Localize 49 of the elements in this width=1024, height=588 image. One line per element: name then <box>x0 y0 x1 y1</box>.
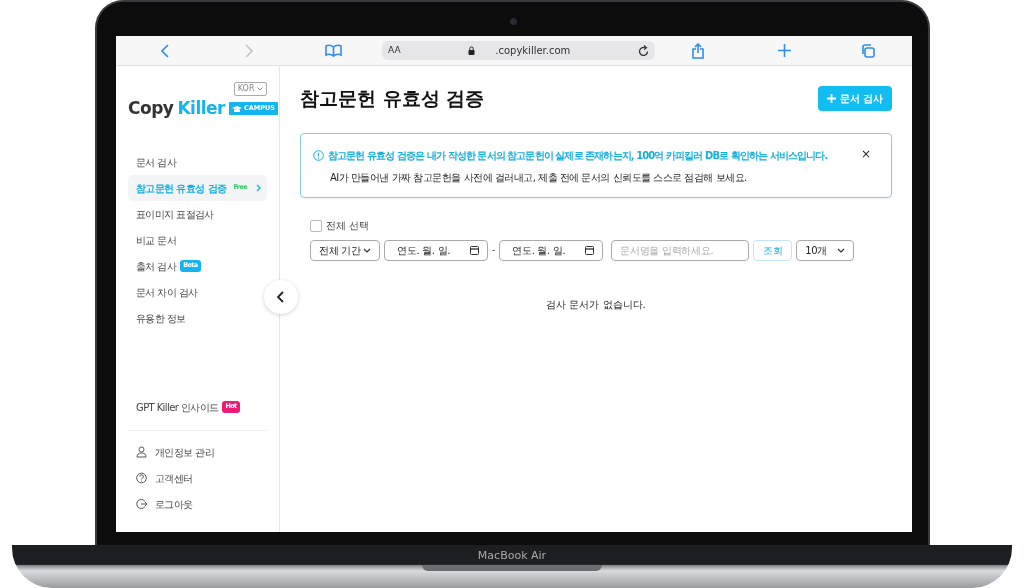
language-select[interactable]: KOR <box>233 82 267 96</box>
collapse-button[interactable] <box>264 280 298 314</box>
select-all-checkbox[interactable]: 전체 선택 <box>310 218 892 233</box>
graduation-cap-icon <box>232 105 242 112</box>
text-size-button[interactable]: AA <box>388 43 401 58</box>
sidebar-item[interactable]: 로그아웃 <box>128 491 267 517</box>
chevron-left-icon <box>277 291 285 303</box>
chevron-down-icon <box>363 248 371 253</box>
caret-icon <box>257 86 263 91</box>
device-label: MacBook Air <box>477 548 547 564</box>
url-text: .copykiller.com <box>495 44 571 58</box>
period-select[interactable]: 전체 기간 <box>310 240 380 261</box>
user-icon <box>136 446 147 458</box>
calendar-icon <box>585 246 595 255</box>
close-button[interactable]: × <box>860 148 871 160</box>
book-icon[interactable] <box>324 44 342 57</box>
sidebar-item[interactable]: 문서 차이 검사 <box>128 279 267 305</box>
date-separator: - <box>492 243 496 257</box>
reload-icon[interactable] <box>638 44 649 57</box>
chevron-down-icon <box>837 248 846 253</box>
notice-text: 참고문헌 유효성 검증은 내가 작성한 문서의 참고문헌이 실제로 존재하는지, 100억 카피킬러 DB로 확인하는 서비스입니다. <box>328 149 828 163</box>
logo-text: Copy Killer <box>128 100 225 117</box>
tabs-icon[interactable] <box>861 43 875 58</box>
sidebar-item[interactable]: 고객센터 <box>128 465 267 491</box>
forward-icon[interactable] <box>245 43 253 58</box>
share-icon[interactable] <box>692 42 704 59</box>
sidebar-item[interactable]: 개인정보 관리 <box>128 439 267 465</box>
sidebar-item[interactable]: 표이미지 표절검사 <box>128 201 267 227</box>
new-tab-icon[interactable] <box>777 44 791 57</box>
search-field[interactable]: 문서명을 입력하세요. <box>611 240 750 261</box>
address-bar[interactable]: AA .copykiller.com <box>382 41 655 60</box>
chevron-right-icon <box>256 184 261 192</box>
help-icon <box>136 472 147 484</box>
calendar-icon <box>470 246 479 255</box>
sidebar-item[interactable]: 유용한 정보 <box>128 305 267 331</box>
notice-text: AI가 만들어낸 가짜 참고문헌을 사전에 걸러내고, 제출 전에 문서의 신뢰도를 스스로 점검해 보세요. <box>330 171 748 185</box>
page-size-select[interactable]: 10개 <box>796 240 855 261</box>
plus-icon <box>826 94 836 103</box>
date-field[interactable]: 연도. 월. 일. <box>499 240 604 261</box>
camera-icon <box>510 18 517 25</box>
date-field[interactable]: 연도. 월. 일. <box>384 240 488 261</box>
empty-message: 검사 문서가 없습니다. <box>545 298 647 312</box>
back-icon[interactable] <box>161 43 169 58</box>
page-title: 참고문헌 유효성 검증 <box>300 87 485 110</box>
info-icon <box>313 150 324 161</box>
sidebar-item[interactable]: 비교 문서 <box>128 227 267 253</box>
lock-icon <box>468 46 476 55</box>
logout-icon <box>136 498 147 510</box>
sidebar-item[interactable]: 문서 검사 <box>128 149 267 175</box>
